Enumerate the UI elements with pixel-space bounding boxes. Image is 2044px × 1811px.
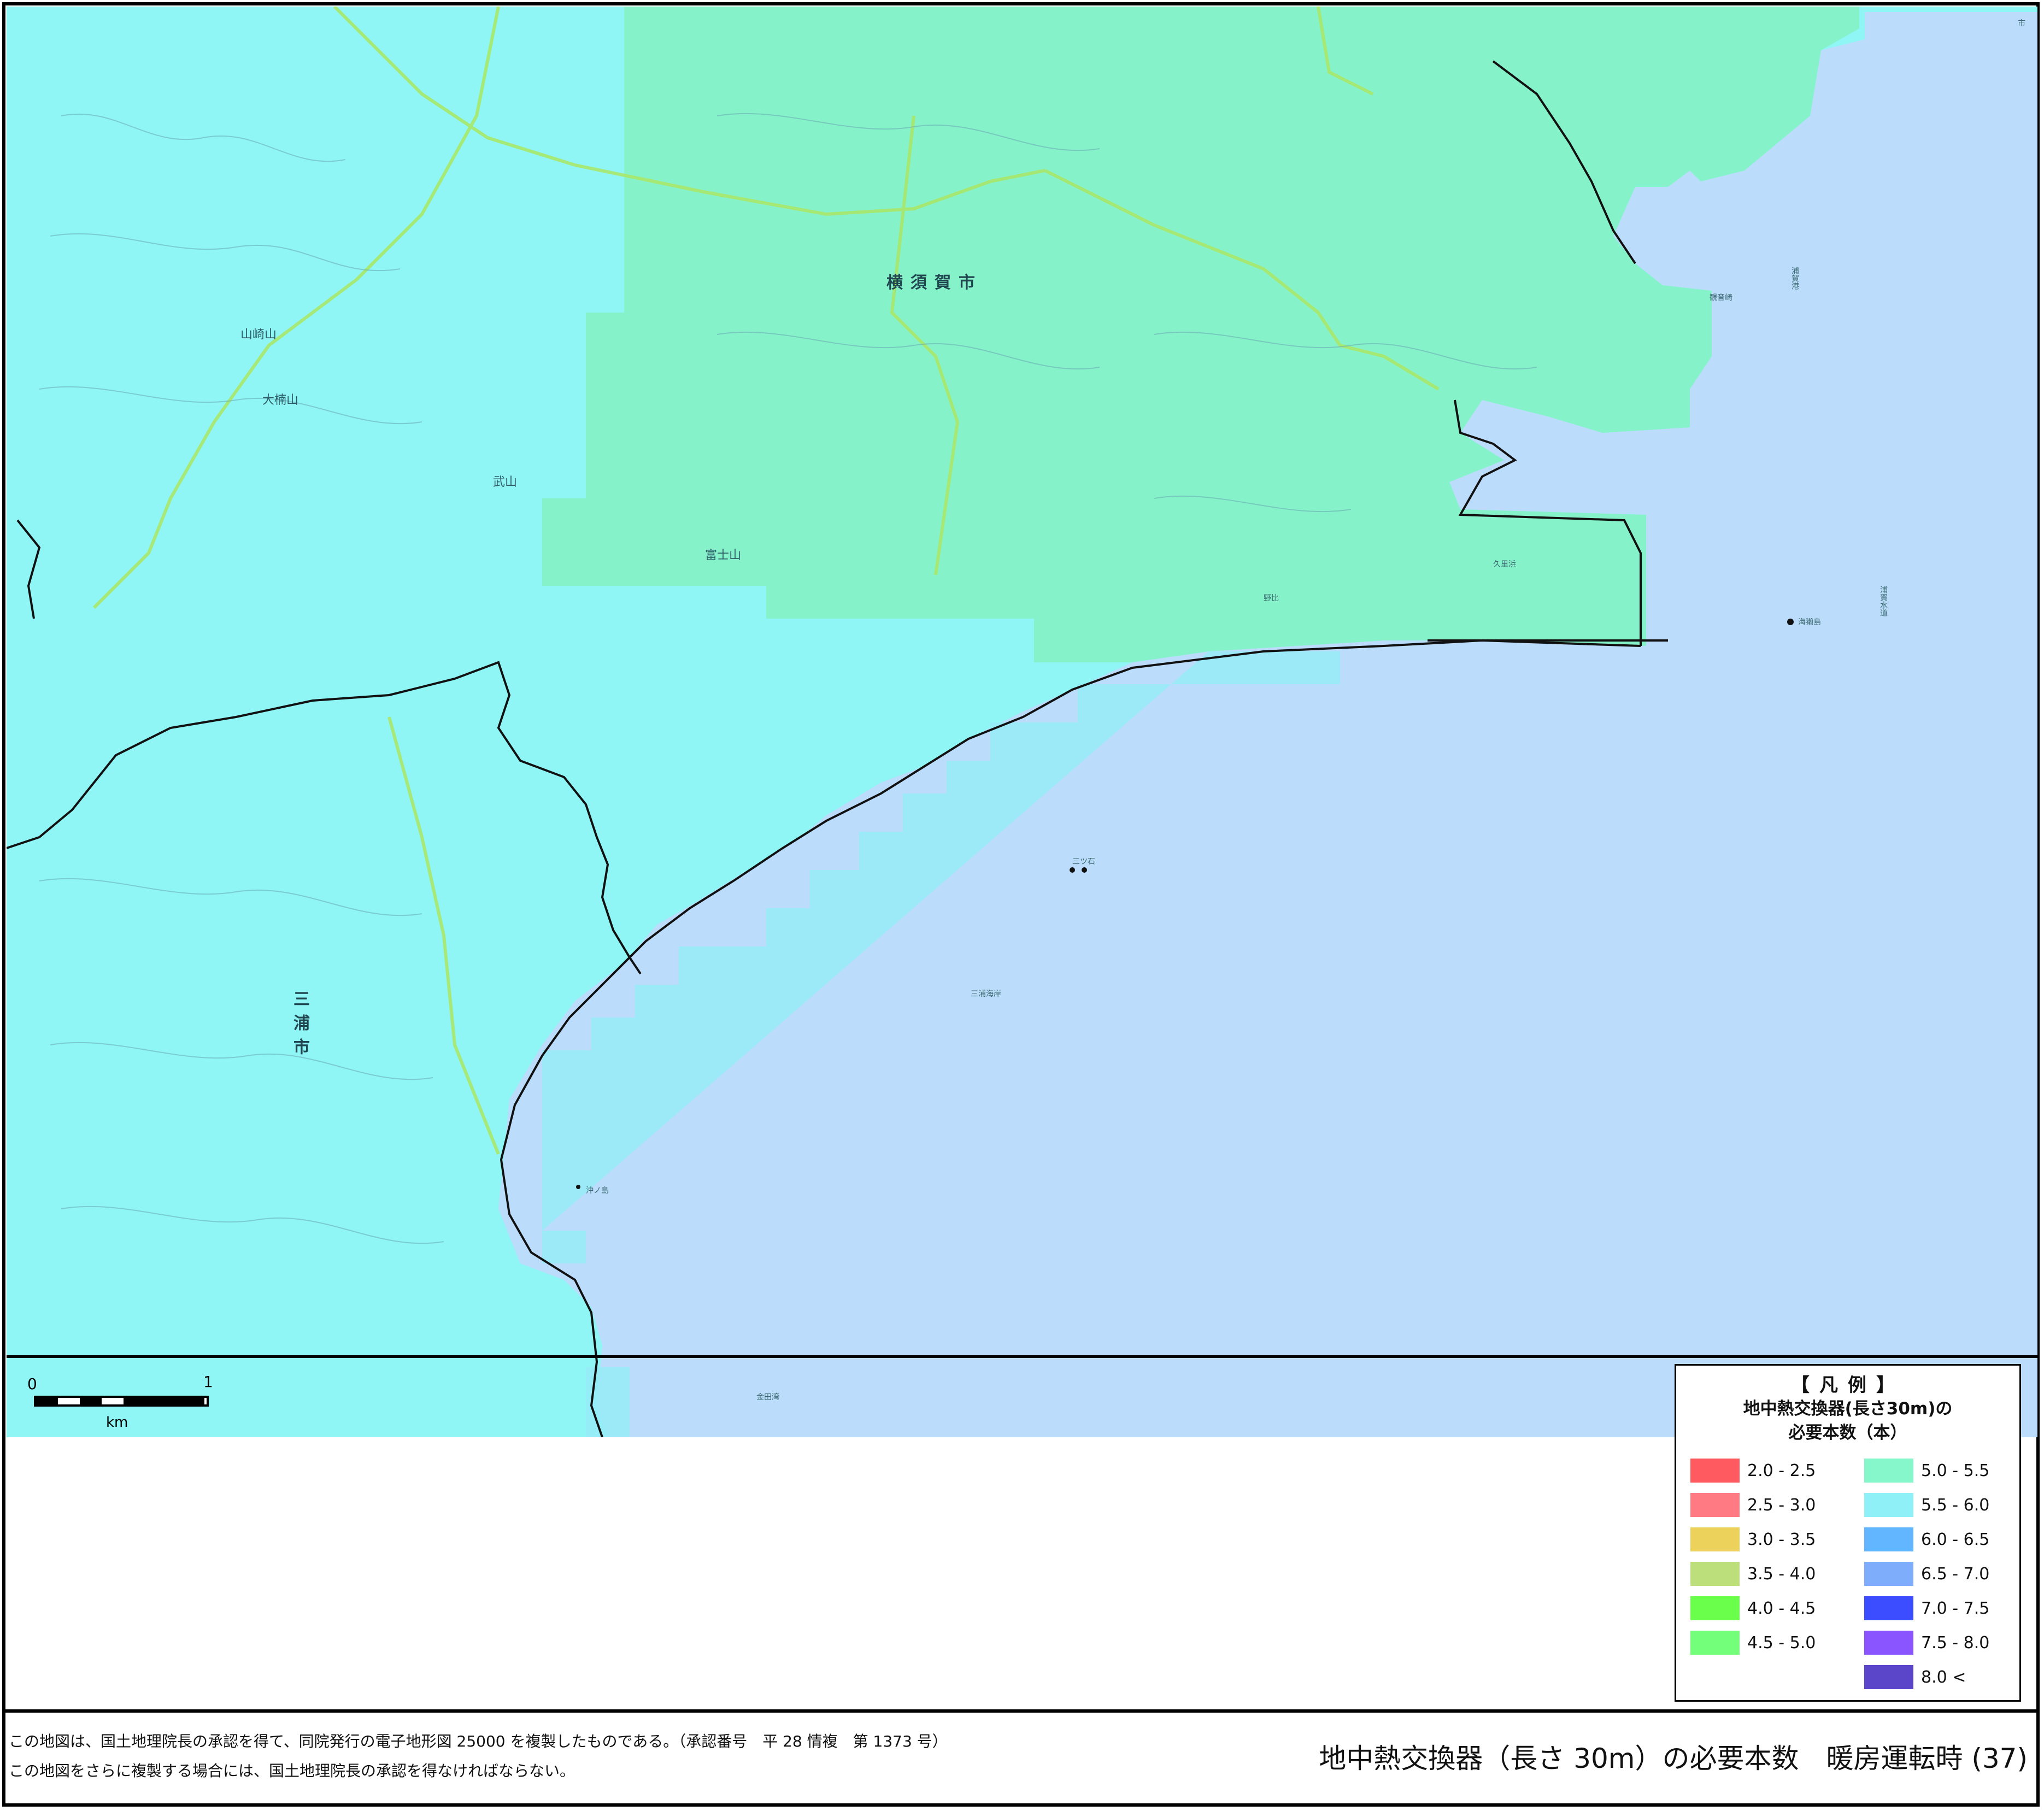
legend-label: 4.5 - 5.0 <box>1747 1633 1816 1653</box>
legend-swatch <box>1690 1459 1740 1483</box>
legend-label: 2.0 - 2.5 <box>1747 1461 1816 1480</box>
legend-item: 3.0 - 3.5 <box>1690 1527 1816 1551</box>
place-label-ashikajima: 海獺島 <box>1798 618 1821 627</box>
place-label-ogusuyama: 大楠山 <box>262 393 299 407</box>
place-label-kurihama: 久里浜 <box>1493 560 1516 569</box>
legend-item: 4.0 - 4.5 <box>1690 1596 1816 1620</box>
legend: 【凡例】 地中熱交換器(長さ30m)の 必要本数（本） 2.0 - 2.5 2.5… <box>1675 1364 2021 1702</box>
legend-label: 3.5 - 4.0 <box>1747 1564 1816 1584</box>
place-label-mitsuishi: 三ツ石 <box>1072 857 1095 866</box>
legend-item: 4.5 - 5.0 <box>1690 1631 1816 1655</box>
legend-item: 2.0 - 2.5 <box>1690 1459 1816 1483</box>
heat-exchanger-map <box>7 7 2037 1437</box>
map-inner-frame-line <box>7 1355 2037 1358</box>
legend-swatch <box>1864 1631 1913 1655</box>
legend-item: 6.5 - 7.0 <box>1864 1562 1989 1586</box>
place-label-takeyama: 武山 <box>493 475 518 489</box>
legend-swatch <box>1690 1596 1740 1620</box>
legend-subtitle-line2: 必要本数（本） <box>1788 1423 1907 1443</box>
place-label-miurakaigan: 三浦海岸 <box>971 990 1001 998</box>
place-label-kannonzaki: 観音崎 <box>1710 293 1732 302</box>
legend-item: 3.5 - 4.0 <box>1690 1562 1816 1586</box>
legend-title: 【凡例】 <box>1791 1374 1905 1396</box>
place-label-uragasuido: 浦賀水道 <box>1879 586 1888 616</box>
place-label-fujiyama: 富士山 <box>705 549 742 562</box>
sheet-corner-mark: 市 <box>2018 19 2025 28</box>
legend-subtitle-line1: 地中熱交換器(長さ30m)の <box>1743 1399 1953 1419</box>
legend-label: 6.0 - 6.5 <box>1921 1530 1990 1549</box>
legend-label: 7.0 - 7.5 <box>1921 1598 1990 1618</box>
legend-swatch <box>1864 1493 1913 1517</box>
copyright-credit: この地図は、国土地理院長の承認を得て、同院発行の電子地形図 25000 を複製し… <box>9 1727 948 1786</box>
legend-item: 6.0 - 6.5 <box>1864 1527 1989 1551</box>
map-panel[interactable]: 横須賀市 三浦市 武山 大楠山 山崎山 富士山 三浦海岸 金田湾 沖ノ島 三ツ石… <box>7 7 2037 1437</box>
legend-swatch <box>1690 1493 1740 1517</box>
place-label-okinoshima: 沖ノ島 <box>586 1186 609 1195</box>
legend-label: 7.5 - 8.0 <box>1921 1633 1990 1653</box>
map-title: 地中熱交換器（長さ 30m）の必要本数 暖房運転時 (37) <box>1319 1743 2028 1774</box>
legend-swatch <box>1690 1527 1740 1551</box>
legend-item: 8.0 < <box>1864 1665 1966 1689</box>
legend-label: 5.0 - 5.5 <box>1921 1461 1990 1480</box>
footer-divider <box>2 1709 2040 1713</box>
legend-label: 5.5 - 6.0 <box>1921 1495 1990 1515</box>
place-label-yokosuka: 横須賀市 <box>886 273 983 292</box>
legend-item: 5.0 - 5.5 <box>1864 1459 1989 1483</box>
place-label-kanadawan: 金田湾 <box>756 1393 779 1402</box>
legend-label: 4.0 - 4.5 <box>1747 1598 1816 1618</box>
legend-item: 7.5 - 8.0 <box>1864 1631 1989 1655</box>
legend-label: 6.5 - 7.0 <box>1921 1564 1990 1584</box>
place-label-uragako: 浦賀港 <box>1790 267 1799 290</box>
legend-swatch <box>1864 1527 1913 1551</box>
legend-swatch <box>1864 1596 1913 1620</box>
legend-item: 5.5 - 6.0 <box>1864 1493 1989 1517</box>
legend-label: 2.5 - 3.0 <box>1747 1495 1816 1515</box>
legend-swatch <box>1690 1562 1740 1586</box>
legend-swatch <box>1864 1665 1913 1689</box>
legend-swatch <box>1864 1459 1913 1483</box>
place-label-miura: 三浦市 <box>290 990 309 1062</box>
legend-label: 8.0 < <box>1921 1667 1966 1687</box>
scale-one-label: 1 <box>203 1373 213 1391</box>
legend-swatch <box>1690 1631 1740 1655</box>
legend-item: 2.5 - 3.0 <box>1690 1493 1816 1517</box>
legend-item: 7.0 - 7.5 <box>1864 1596 1989 1620</box>
legend-swatch <box>1864 1562 1913 1586</box>
scale-bar-frame <box>34 1396 209 1407</box>
legend-label: 3.0 - 3.5 <box>1747 1530 1816 1549</box>
place-label-yamazakiyama: 山崎山 <box>240 328 277 342</box>
scale-unit-label: km <box>106 1414 128 1431</box>
credit-line-1: この地図は、国土地理院長の承認を得て、同院発行の電子地形図 25000 を複製し… <box>9 1732 948 1750</box>
scale-zero-label: 0 <box>27 1375 37 1393</box>
place-label-nojima: 野比 <box>1264 594 1279 603</box>
scale-bar: 0 1 km <box>22 1368 219 1434</box>
credit-line-2: この地図をさらに複製する場合には、国土地理院長の承認を得なければならない。 <box>9 1762 575 1780</box>
